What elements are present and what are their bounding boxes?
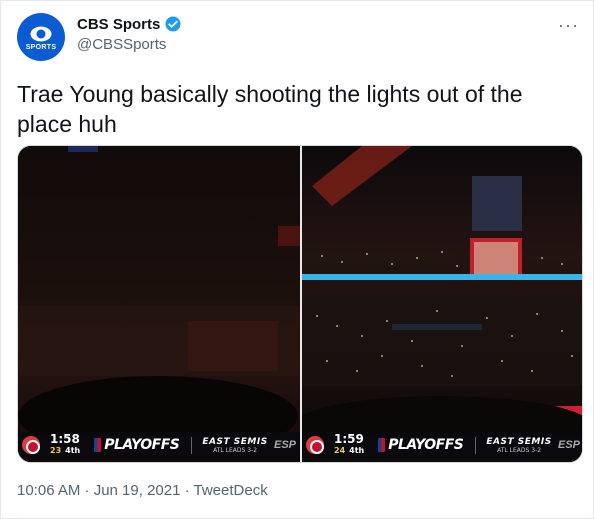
nba-logo-icon [378, 438, 386, 452]
media-image-left[interactable]: 1:58 23 4th PLAYOFFS EAST SEMIS ATL LEADS… [18, 146, 300, 462]
scorebug-right: 1:59 24 4th PLAYOFFS EAST SEMIS ATL LEADS… [302, 432, 582, 458]
avatar-text: SPORTS [25, 43, 57, 51]
clock-time: 1:58 [50, 432, 80, 446]
series-status: ATL LEADS 3-2 [213, 446, 258, 454]
phone-lights-arena-scene [302, 146, 582, 436]
nba-logo-icon [94, 438, 102, 452]
avatar[interactable]: SPORTS [17, 13, 65, 61]
handle[interactable]: @CBSSports [77, 36, 182, 53]
cbs-eye-icon [30, 26, 52, 41]
game-clock: 1:59 24 4th [334, 432, 364, 456]
quarter: 4th [65, 446, 81, 455]
series-status: ATL LEADS 3-2 [497, 446, 542, 454]
series-info: EAST SEMIS ATL LEADS 3-2 [475, 436, 552, 454]
playoffs-text: PLAYOFFS [388, 437, 464, 453]
clock-sub: 23 4th [50, 445, 80, 456]
tweet-media[interactable]: 1:58 23 4th PLAYOFFS EAST SEMIS ATL LEADS… [17, 145, 583, 463]
verified-badge-icon [165, 16, 181, 32]
tweet-header: SPORTS CBS Sports @CBSSports ··· [17, 13, 579, 61]
network-logo: ESP [273, 439, 296, 451]
quarter: 4th [349, 446, 365, 455]
network-logo: ESP [557, 439, 580, 451]
clock-time: 1:59 [334, 432, 364, 446]
playoffs-label: PLAYOFFS [94, 437, 180, 453]
series-title: EAST SEMIS [486, 436, 552, 447]
playoffs-text: PLAYOFFS [104, 437, 180, 453]
tweet-text: Trae Young basically shooting the lights… [17, 81, 523, 137]
tweet-metadata[interactable]: 10:06 AM · Jun 19, 2021 · TweetDeck [17, 482, 268, 499]
score: 24 [334, 446, 346, 455]
clock-sub: 24 4th [334, 445, 364, 456]
playoffs-label: PLAYOFFS [378, 437, 464, 453]
hawks-logo-icon [306, 436, 324, 454]
scorebug-left: 1:58 23 4th PLAYOFFS EAST SEMIS ATL LEADS… [18, 432, 300, 458]
dark-arena-scene [18, 146, 300, 436]
score: 23 [50, 446, 62, 455]
series-title: EAST SEMIS [202, 436, 268, 447]
game-clock: 1:58 23 4th [50, 432, 80, 456]
series-info: EAST SEMIS ATL LEADS 3-2 [191, 436, 268, 454]
display-name-row[interactable]: CBS Sports [77, 15, 182, 33]
author-names: CBS Sports @CBSSports [77, 15, 182, 53]
media-image-right[interactable]: 1:59 24 4th PLAYOFFS EAST SEMIS ATL LEADS… [302, 146, 582, 462]
tweet-card: SPORTS CBS Sports @CBSSports ··· Trae Yo… [0, 0, 594, 519]
hawks-logo-icon [22, 436, 40, 454]
display-name[interactable]: CBS Sports [77, 16, 160, 33]
more-options-icon[interactable]: ··· [558, 15, 579, 36]
